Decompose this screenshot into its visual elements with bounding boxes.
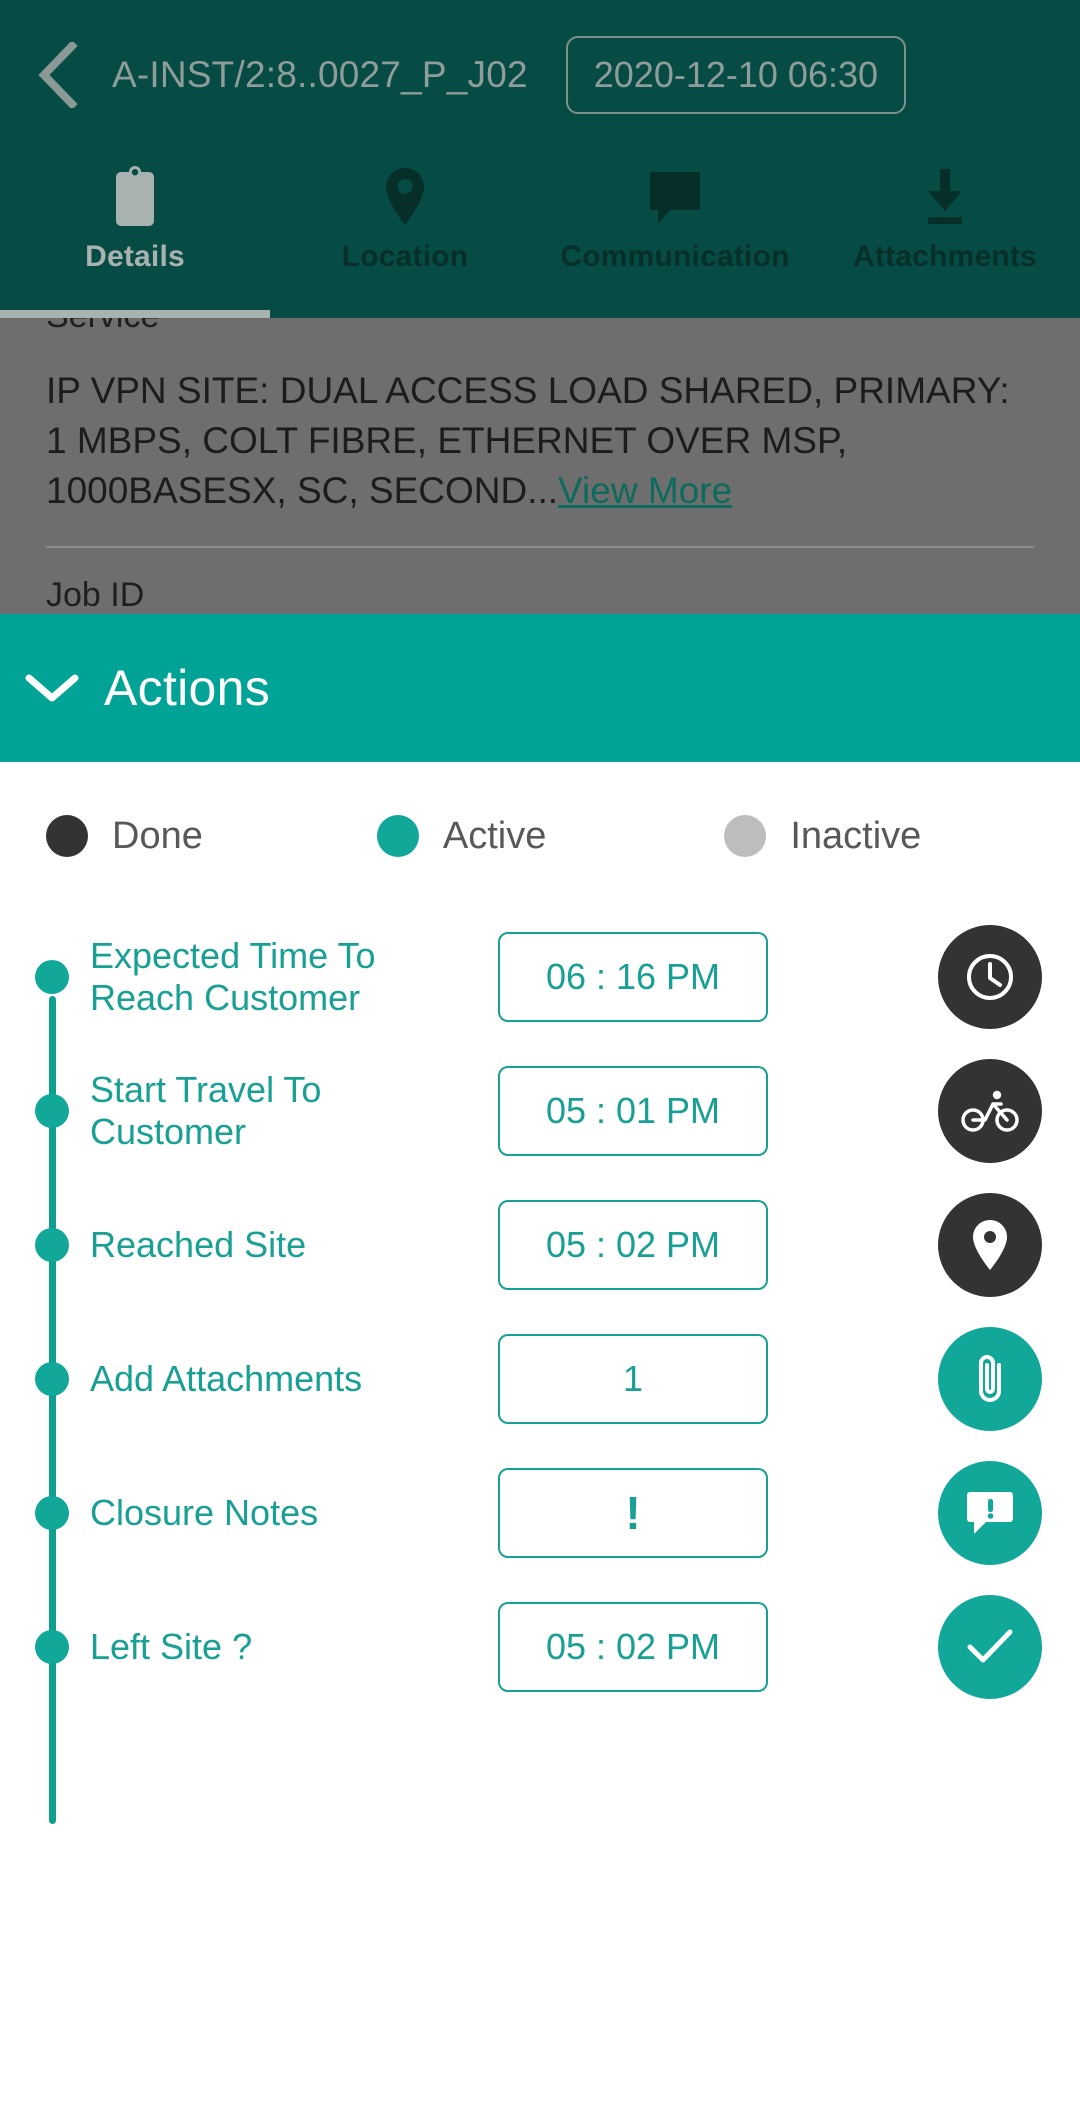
action-value-field[interactable]: 1 bbox=[498, 1334, 768, 1424]
action-label: Add Attachments bbox=[90, 1358, 363, 1399]
clipboard-icon bbox=[109, 166, 161, 228]
legend-dot-done bbox=[46, 815, 88, 857]
chevron-left-icon bbox=[34, 42, 78, 108]
action-value-field[interactable]: 06 : 16 PM bbox=[498, 932, 768, 1022]
action-button-clock[interactable] bbox=[938, 925, 1042, 1029]
service-field-label: Service bbox=[46, 318, 1034, 336]
timeline-dot bbox=[35, 1630, 69, 1664]
check-icon bbox=[965, 1627, 1015, 1667]
action-button-add-attachments[interactable] bbox=[938, 1327, 1042, 1431]
clock-icon bbox=[964, 951, 1016, 1003]
legend-label-done: Done bbox=[112, 814, 203, 857]
app-header: A-INST/2:8..0027_P_J02 2020-12-10 06:30 bbox=[0, 0, 1080, 150]
legend-item-inactive: Inactive bbox=[724, 815, 921, 858]
timeline-row: Start Travel To Customer 05 : 01 PM bbox=[0, 1044, 1080, 1178]
tab-location-label: Location bbox=[341, 240, 469, 273]
timeline-dot bbox=[35, 1094, 69, 1128]
tab-communication[interactable]: Communication bbox=[540, 150, 810, 318]
timeline-row: Expected Time To Reach Customer 06 : 16 … bbox=[0, 910, 1080, 1044]
job-id-field-label: Job ID bbox=[46, 576, 145, 614]
legend-item-done: Done bbox=[46, 815, 203, 858]
tab-attachments-label: Attachments bbox=[853, 240, 1037, 273]
tab-active-indicator bbox=[0, 310, 270, 318]
action-label: Closure Notes bbox=[90, 1492, 319, 1533]
download-icon bbox=[919, 166, 971, 228]
tab-details[interactable]: Details bbox=[0, 150, 270, 318]
service-description-text: IP VPN SITE: DUAL ACCESS LOAD SHARED, PR… bbox=[46, 370, 1010, 511]
action-label: Left Site ? bbox=[90, 1626, 253, 1667]
actions-title: Actions bbox=[104, 660, 271, 716]
paperclip-icon bbox=[973, 1351, 1007, 1407]
tab-communication-label: Communication bbox=[560, 240, 790, 273]
timeline-dot bbox=[35, 1496, 69, 1530]
view-more-link[interactable]: View More bbox=[558, 470, 732, 511]
legend-item-active: Active bbox=[376, 814, 547, 858]
tab-attachments[interactable]: Attachments bbox=[810, 150, 1080, 318]
timeline-row: Reached Site 05 : 02 PM bbox=[0, 1178, 1080, 1312]
app-screen: A-INST/2:8..0027_P_J02 2020-12-10 06:30 … bbox=[0, 0, 1080, 2104]
legend-label-inactive: Inactive bbox=[790, 814, 922, 857]
timeline-dot bbox=[35, 1362, 69, 1396]
field-divider bbox=[46, 546, 1034, 548]
action-label: Expected Time To Reach Customer bbox=[90, 935, 376, 1018]
service-description: IP VPN SITE: DUAL ACCESS LOAD SHARED, PR… bbox=[46, 366, 1034, 516]
back-button[interactable] bbox=[0, 0, 112, 150]
comment-alert-icon bbox=[964, 1488, 1016, 1538]
legend-label-active: Active bbox=[442, 814, 547, 857]
timeline-row: Add Attachments 1 bbox=[0, 1312, 1080, 1446]
timeline-row: Left Site ? 05 : 02 PM bbox=[0, 1580, 1080, 1714]
details-panel-scrim: Service IP VPN SITE: DUAL ACCESS LOAD SH… bbox=[0, 318, 1080, 614]
bicycle-icon bbox=[961, 1089, 1019, 1133]
action-value-field[interactable]: ! bbox=[498, 1468, 768, 1558]
actions-section-header[interactable]: Actions bbox=[0, 614, 1080, 762]
tab-details-label: Details bbox=[85, 240, 185, 273]
status-legend: Done Active Inactive bbox=[0, 762, 1080, 910]
action-button-start-travel[interactable] bbox=[938, 1059, 1042, 1163]
action-label: Start Travel To Customer bbox=[90, 1069, 322, 1152]
legend-dot-inactive bbox=[724, 815, 767, 857]
chevron-down-icon[interactable] bbox=[0, 672, 104, 704]
timeline-row: Closure Notes ! bbox=[0, 1446, 1080, 1580]
action-value-field[interactable]: 05 : 02 PM bbox=[498, 1602, 768, 1692]
legend-dot-active bbox=[376, 815, 419, 857]
tab-location[interactable]: Location bbox=[270, 150, 540, 318]
action-button-closure-notes[interactable] bbox=[938, 1461, 1042, 1565]
tab-bar: Details Location Communication Attachmen… bbox=[0, 150, 1080, 318]
action-value-field[interactable]: 05 : 02 PM bbox=[498, 1200, 768, 1290]
comment-icon bbox=[646, 166, 704, 228]
timeline-dot bbox=[35, 960, 69, 994]
actions-timeline: Expected Time To Reach Customer 06 : 16 … bbox=[0, 910, 1080, 2104]
appointment-date-badge[interactable]: 2020-12-10 06:30 bbox=[565, 36, 907, 114]
action-button-left-site[interactable] bbox=[938, 1595, 1042, 1699]
timeline-dot bbox=[35, 1228, 69, 1262]
action-label: Reached Site bbox=[90, 1224, 307, 1265]
map-pin-icon bbox=[382, 166, 428, 228]
action-value-field[interactable]: 05 : 01 PM bbox=[498, 1066, 768, 1156]
page-title: A-INST/2:8..0027_P_J02 bbox=[112, 54, 528, 95]
action-button-reached-site[interactable] bbox=[938, 1193, 1042, 1297]
map-pin-icon bbox=[970, 1218, 1010, 1272]
